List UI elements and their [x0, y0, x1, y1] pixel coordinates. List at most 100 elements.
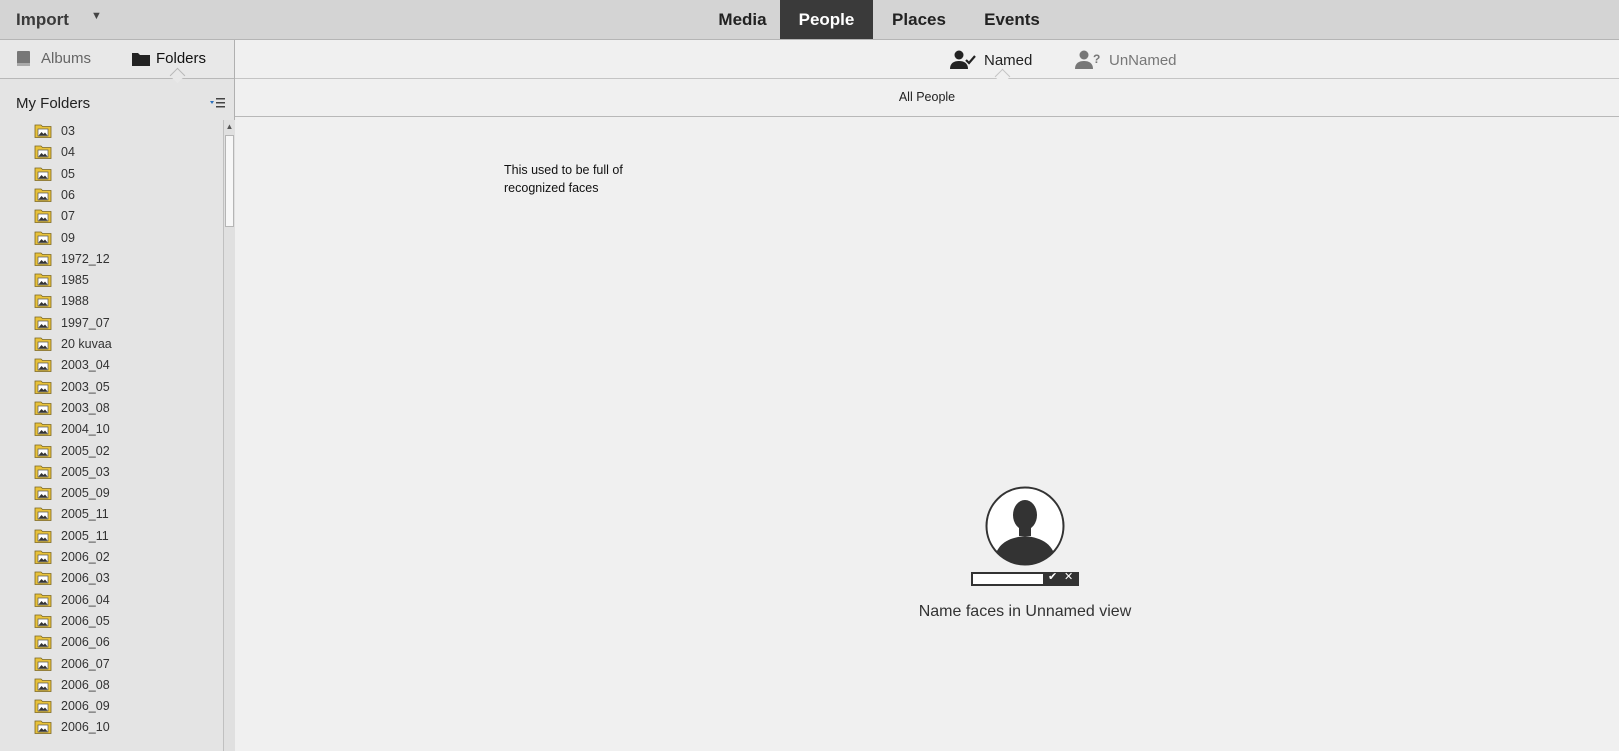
folder-item[interactable]: 2004_10 — [34, 418, 110, 440]
image-folder-icon — [34, 273, 52, 287]
folder-item[interactable]: 05 — [34, 163, 75, 185]
image-folder-icon — [34, 145, 52, 160]
image-folder-icon — [34, 614, 52, 628]
import-button[interactable]: Import — [16, 10, 69, 30]
folder-label: 03 — [61, 124, 75, 138]
image-folder-icon — [34, 209, 52, 224]
sidebar-tab-folders-label: Folders — [156, 50, 207, 67]
image-folder-icon — [34, 635, 52, 650]
folder-item[interactable]: 1988 — [34, 290, 89, 312]
tab-named-label: Named — [984, 51, 1033, 69]
folder-item[interactable]: 2005_11 — [34, 503, 109, 525]
image-folder-icon — [34, 486, 52, 500]
all-people-bar: All People — [235, 79, 1619, 117]
folder-item[interactable]: 2005_03 — [34, 461, 110, 483]
image-folder-icon — [34, 550, 52, 564]
folder-scrollbar[interactable]: ▲ — [223, 120, 235, 751]
sidebar: Albums Folders My Folders 03 04 05 06 07 09 19… — [0, 40, 235, 751]
scroll-thumb[interactable] — [225, 135, 234, 227]
folder-item[interactable]: 2006_09 — [34, 695, 110, 717]
folder-label: 2005_09 — [61, 486, 110, 501]
folder-item[interactable]: 2005_02 — [34, 440, 110, 462]
tab-named[interactable]: Named — [950, 49, 1032, 71]
image-folder-icon — [34, 124, 52, 138]
folder-label: 1985 — [61, 273, 89, 288]
folder-label: 2006_08 — [61, 677, 110, 692]
annotation-note: This used to be full of recognized faces — [504, 163, 623, 195]
tab-media[interactable]: Media — [705, 0, 780, 39]
folder-label: 2003_05 — [61, 379, 110, 394]
folder-item[interactable]: 2003_04 — [34, 354, 110, 376]
person-check-icon — [950, 50, 976, 69]
image-folder-icon — [34, 507, 52, 522]
folder-label: 2006_04 — [61, 592, 110, 607]
folder-item[interactable]: 2006_06 — [34, 631, 110, 653]
folder-item[interactable]: 06 — [34, 184, 75, 206]
folder-item[interactable]: 1972_12 — [34, 248, 110, 270]
album-book-icon — [17, 51, 30, 66]
sidebar-tab-albums-label: Albums — [41, 50, 92, 67]
name-field-mock — [973, 574, 1043, 584]
close-icon: ✕ — [1064, 571, 1074, 583]
folder-item[interactable]: 2003_08 — [34, 397, 110, 419]
image-folder-icon — [34, 529, 52, 543]
folder-label: 1972_12 — [61, 251, 110, 266]
folder-label: 2006_02 — [61, 550, 110, 564]
image-folder-icon — [34, 231, 52, 245]
image-folder-icon — [34, 699, 52, 713]
folder-item[interactable]: 2006_04 — [34, 589, 110, 611]
folder-label: 2005_03 — [61, 464, 110, 479]
import-dropdown-icon[interactable]: ▼ — [91, 10, 102, 22]
tab-places[interactable]: Places — [873, 0, 965, 39]
folder-label: 2003_04 — [61, 358, 110, 373]
folder-item[interactable]: 2006_07 — [34, 653, 110, 675]
tab-events[interactable]: Events — [965, 0, 1059, 39]
active-tab-pointer — [169, 67, 186, 84]
folder-item[interactable]: 2005_11 — [34, 525, 109, 547]
folder-label: 1988 — [61, 294, 89, 309]
empty-state-message: Name faces in Unnamed view — [918, 603, 1132, 620]
folder-label: 2006_05 — [61, 613, 110, 628]
image-folder-icon — [34, 294, 52, 309]
folder-item[interactable]: 2006_02 — [34, 546, 110, 568]
folder-item[interactable]: 04 — [34, 141, 75, 163]
folder-item[interactable]: 03 — [34, 120, 75, 142]
folder-item[interactable]: 09 — [34, 227, 75, 249]
folder-list: 03 04 05 06 07 09 1972_12 1985 1988 1997_07 20 kuv… — [0, 120, 224, 751]
folder-item[interactable]: 07 — [34, 205, 75, 227]
image-folder-icon — [34, 465, 52, 479]
tab-people[interactable]: People — [780, 0, 873, 39]
folder-item[interactable]: 2003_05 — [34, 376, 110, 398]
image-folder-icon — [34, 401, 52, 415]
named-unnamed-bar: Named ? UnNamed — [235, 40, 1619, 85]
image-folder-icon — [34, 358, 52, 373]
folder-item[interactable]: 1985 — [34, 269, 89, 291]
folder-item[interactable]: 2006_08 — [34, 674, 110, 696]
folder-item[interactable]: 2006_03 — [34, 567, 110, 589]
top-bar: Import ▼ Media People Places Events — [0, 0, 1619, 40]
folder-label: 2006_07 — [61, 656, 110, 671]
person-question-icon: ? — [1075, 50, 1100, 69]
folder-item[interactable]: 2006_05 — [34, 610, 110, 632]
image-folder-icon — [34, 593, 52, 607]
image-folder-icon — [34, 337, 52, 351]
folder-options-menu-icon[interactable] — [210, 97, 226, 111]
folder-label: 2006_10 — [61, 720, 110, 735]
folder-label: 2006_06 — [61, 635, 110, 650]
tab-unnamed[interactable]: ? UnNamed — [1075, 49, 1177, 71]
image-folder-icon — [34, 678, 52, 692]
folder-item[interactable]: 20 kuvaa — [34, 333, 112, 355]
tab-unnamed-label: UnNamed — [1109, 51, 1177, 69]
folder-item[interactable]: 1997_07 — [34, 312, 110, 334]
folder-label: 05 — [61, 166, 75, 181]
folder-label: 04 — [61, 145, 75, 160]
folder-label: 2006_09 — [61, 699, 110, 714]
folder-label: 09 — [61, 230, 75, 245]
image-folder-icon — [34, 657, 52, 671]
all-people-filter[interactable]: All People — [235, 90, 1619, 104]
folder-label: 2006_03 — [61, 571, 110, 586]
folder-item[interactable]: 2006_10 — [34, 716, 110, 738]
scroll-up-arrow-icon[interactable]: ▲ — [224, 120, 235, 134]
main-content: Named ? UnNamed All People This used to … — [235, 40, 1619, 751]
folder-item[interactable]: 2005_09 — [34, 482, 110, 504]
